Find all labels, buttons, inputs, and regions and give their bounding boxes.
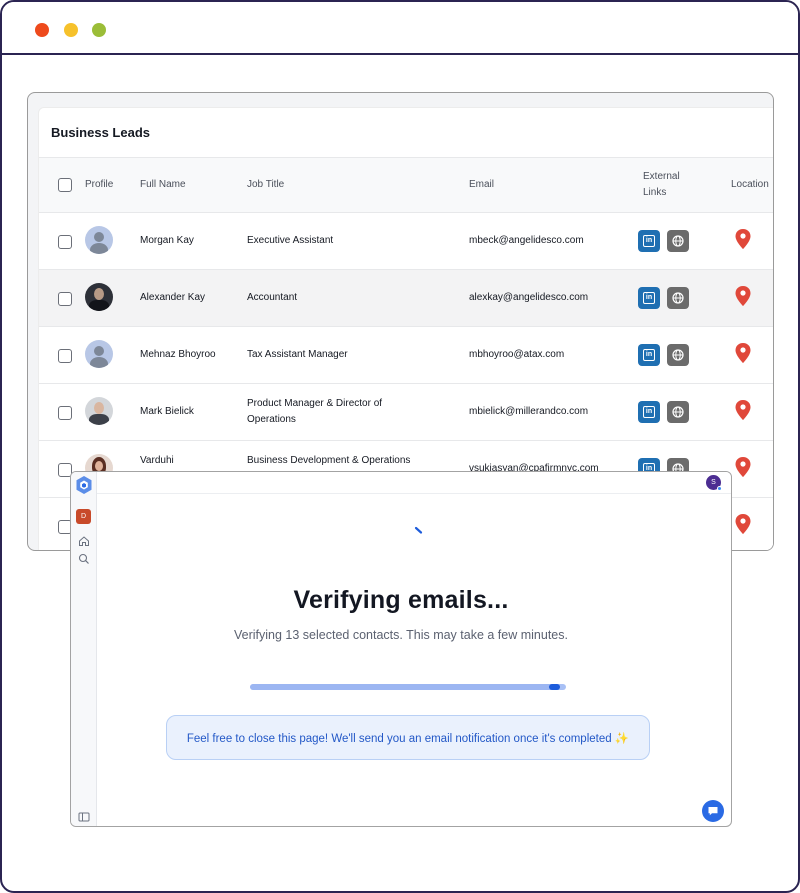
website-link-button[interactable] — [667, 230, 689, 252]
info-banner: Feel free to close this page! We'll send… — [166, 715, 650, 760]
close-window-button[interactable] — [35, 23, 49, 37]
home-icon[interactable] — [78, 535, 90, 547]
lead-job-title: Product Manager & Director of Operations — [247, 396, 382, 428]
table-header: Profile Full Name Job Title Email Extern… — [39, 157, 773, 213]
select-all-checkbox[interactable] — [58, 178, 72, 192]
globe-icon — [672, 349, 684, 361]
verification-progress-head — [548, 684, 560, 690]
avatar — [85, 226, 113, 254]
linkedin-icon: in — [643, 292, 655, 304]
lead-email: alexkay@angelidesco.com — [469, 292, 589, 303]
map-pin-icon[interactable] — [735, 457, 751, 477]
verify-subtitle: Verifying 13 selected contacts. This may… — [234, 628, 568, 642]
lead-full-name: Morgan Kay — [140, 235, 194, 246]
globe-icon — [672, 292, 684, 304]
website-link-button[interactable] — [667, 287, 689, 309]
lead-job-title-line1: Product Manager & Director of — [247, 398, 383, 409]
avatar — [85, 283, 113, 311]
loading-spinner-icon — [414, 526, 423, 534]
lead-email: mbeck@angelidesco.com — [469, 235, 584, 246]
search-icon[interactable] — [78, 553, 90, 565]
linkedin-icon: in — [643, 235, 655, 247]
website-link-button[interactable] — [667, 344, 689, 366]
row-checkbox[interactable] — [58, 292, 72, 306]
map-pin-icon[interactable] — [735, 343, 751, 363]
linkedin-link-button[interactable]: in — [638, 401, 660, 423]
globe-icon — [672, 235, 684, 247]
verify-title: Verifying emails... — [293, 586, 509, 614]
column-header-external-links-line1: External — [643, 171, 680, 182]
lead-job-title: Tax Assistant Manager — [247, 349, 348, 360]
row-checkbox[interactable] — [58, 235, 72, 249]
column-header-external-links: External Links — [643, 169, 680, 201]
lead-full-name: Mark Bielick — [140, 406, 194, 417]
linkedin-icon: in — [643, 349, 655, 361]
lead-full-name: Varduhi — [140, 455, 174, 466]
business-leads-title: Business Leads — [51, 125, 150, 140]
linkedin-link-button[interactable]: in — [638, 230, 660, 252]
map-pin-icon[interactable] — [735, 286, 751, 306]
table-row[interactable]: Alexander Kay Accountant alexkay@angelid… — [39, 270, 773, 327]
lead-job-title-line2: Operations — [247, 414, 296, 425]
app-logo-icon[interactable] — [76, 476, 92, 494]
verify-emails-window: D S — [70, 471, 732, 827]
maximize-window-button[interactable] — [92, 23, 106, 37]
user-avatar-initial: S — [711, 479, 716, 486]
title-bar — [2, 2, 798, 55]
chat-bubble-icon — [708, 807, 718, 816]
table-row[interactable]: Mehnaz Bhoyroo Tax Assistant Manager mbh… — [39, 327, 773, 384]
avatar — [85, 397, 113, 425]
app-sidebar: D — [71, 472, 97, 826]
column-header-external-links-line2: Links — [643, 187, 667, 198]
column-header-profile: Profile — [85, 179, 114, 190]
lead-job-title: Accountant — [247, 292, 298, 303]
sidebar-toggle-icon[interactable] — [78, 811, 90, 823]
map-pin-icon[interactable] — [735, 229, 751, 249]
lead-full-name: Alexander Kay — [140, 292, 206, 303]
column-header-full-name[interactable]: Full Name — [140, 177, 186, 193]
verification-progress-bar — [250, 684, 566, 690]
chat-support-button[interactable] — [702, 800, 724, 822]
lead-full-name: Mehnaz Bhoyroo — [140, 349, 216, 360]
avatar — [85, 340, 113, 368]
minimize-window-button[interactable] — [64, 23, 78, 37]
lead-job-title: Business Development & Operations — [247, 455, 411, 466]
column-header-job-title[interactable]: Job Title — [247, 177, 284, 193]
row-checkbox[interactable] — [58, 349, 72, 363]
map-pin-icon[interactable] — [735, 514, 751, 534]
column-header-location: Location — [731, 179, 769, 190]
workspace-badge[interactable]: D — [76, 509, 91, 524]
lead-email: mbielick@millerandco.com — [469, 406, 589, 417]
map-pin-icon[interactable] — [735, 400, 751, 420]
row-checkbox[interactable] — [58, 406, 72, 420]
table-row[interactable]: Mark Bielick Product Manager & Director … — [39, 384, 773, 441]
info-banner-text: Feel free to close this page! We'll send… — [186, 732, 630, 745]
online-status-dot — [717, 486, 722, 491]
verification-progress-fill — [250, 684, 560, 690]
column-header-email[interactable]: Email — [469, 177, 494, 193]
linkedin-icon: in — [643, 406, 655, 418]
linkedin-link-button[interactable]: in — [638, 287, 660, 309]
table-row[interactable]: Morgan Kay Executive Assistant mbeck@ang… — [39, 213, 773, 270]
globe-icon — [672, 406, 684, 418]
linkedin-link-button[interactable]: in — [638, 344, 660, 366]
website-link-button[interactable] — [667, 401, 689, 423]
user-avatar[interactable]: S — [706, 475, 722, 491]
lead-job-title: Executive Assistant — [247, 235, 334, 246]
lead-email: mbhoyroo@atax.com — [469, 349, 565, 360]
app-topbar: S — [97, 472, 731, 494]
